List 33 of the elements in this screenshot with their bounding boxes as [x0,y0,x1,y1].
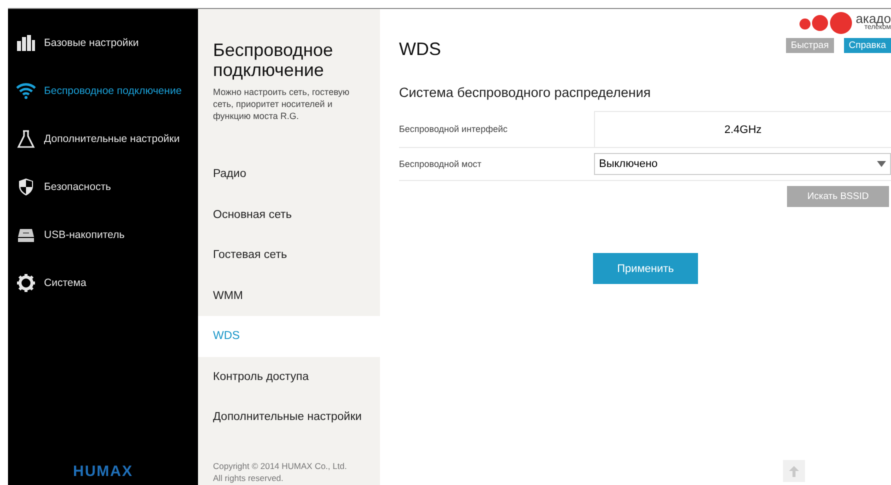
sidebar-item[interactable]: Безопасность [8,163,198,211]
section-heading: Система беспроводного распределения [399,85,652,100]
field-label: Беспроводной мост [399,159,482,169]
submenu-item[interactable]: Контроль доступа [198,356,380,397]
drive-icon [17,227,35,243]
dots-logo-icon [798,12,853,34]
submenu-item[interactable]: Гостевая сеть [198,235,380,276]
sidebar-item[interactable]: Система [8,259,198,307]
submenu-item[interactable]: Основная сеть [198,194,380,235]
sidebar-item[interactable]: USB-накопитель [8,211,198,259]
rights-text: All rights reserved. [213,472,284,484]
section-description: Можно настроить сеть, гостевую сеть, приоритет носителей и функцию моста R.G. [213,86,350,122]
submenu-item[interactable]: Дополнительные настройки [198,397,380,438]
up-arrow-icon [789,466,799,476]
dropdown-field[interactable]: Выключено [594,153,891,175]
flask-icon [17,130,35,148]
brand-logo: HUMAX [72,463,134,482]
bar-chart-icon [17,35,35,51]
scroll-top-button[interactable] [783,460,805,482]
sidebar-item[interactable]: Беспроводное подключение [8,67,198,115]
caret-icon [877,161,886,167]
wifi-icon [16,83,36,99]
sidebar-item[interactable]: Базовые настройки [8,19,198,67]
sidebar-item[interactable]: Дополнительные настройки [8,115,198,163]
copyright-text: Copyright © 2014 HUMAX Co., Ltd. [213,460,348,472]
page-title: WDS [399,39,441,60]
section-title: Беспроводное подключение [213,40,334,80]
submenu-item[interactable]: WMM [198,276,380,316]
field-label: Беспроводной интерфейс [399,124,509,134]
field-value: 2.4GHz [594,110,891,148]
shield-icon [18,178,34,196]
submenu-item[interactable]: Радио [198,154,380,194]
gear-icon [17,274,35,292]
